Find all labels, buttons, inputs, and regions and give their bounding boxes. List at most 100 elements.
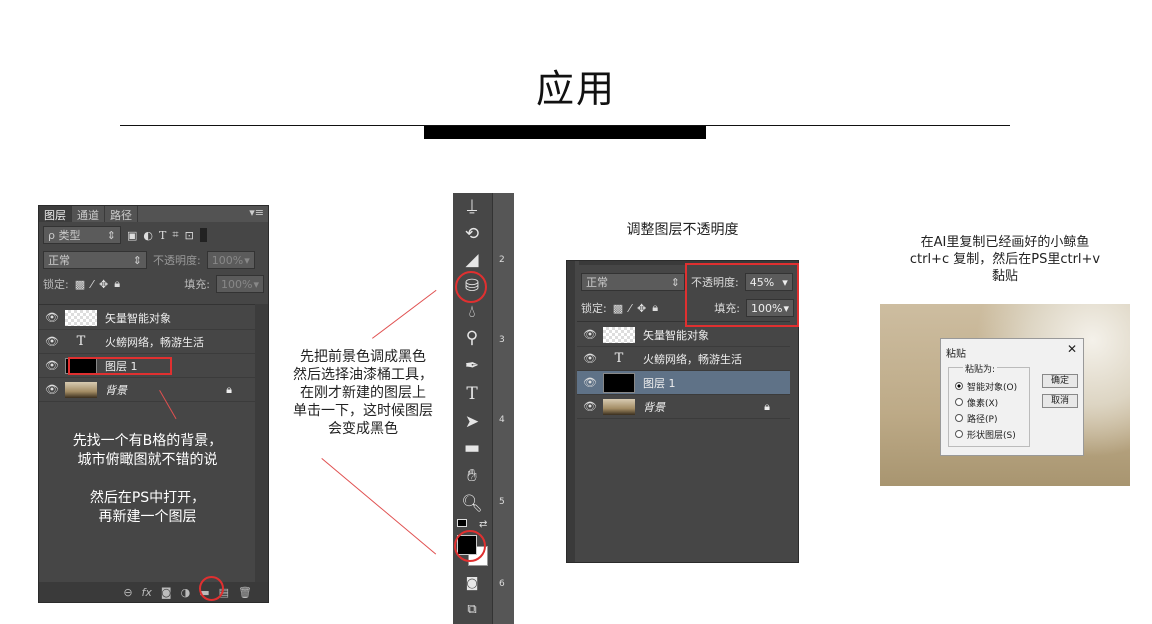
rectangle-icon[interactable]: ▬ bbox=[453, 435, 491, 461]
ruler-number: 5 bbox=[499, 497, 505, 507]
smart-object-icon[interactable]: ⊡ bbox=[185, 229, 194, 242]
lock-transparent-icon[interactable]: ▩ bbox=[75, 278, 85, 291]
lock-move-icon[interactable]: ✥ bbox=[99, 278, 108, 291]
layer-name: 图层 1 bbox=[643, 376, 676, 390]
text-icon[interactable]: T bbox=[159, 229, 166, 242]
layers-panel: 图层 通道 路径 ▾≡ ρ 类型 ⇕ ▣ ◐ T ⌗ ⊡ 正常 ⇕ 不透明度: 10… bbox=[38, 205, 269, 603]
blend-mode-select[interactable]: 正常 ⇕ bbox=[581, 273, 685, 291]
lock-icon: 🔒︎ bbox=[764, 399, 770, 413]
layer-thumb bbox=[603, 326, 635, 343]
fx-icon[interactable]: fx bbox=[142, 586, 152, 599]
ruler-number: 6 bbox=[499, 579, 505, 589]
layer-row-selected[interactable]: 👁︎ 图层 1 bbox=[577, 371, 790, 395]
radio-shape-layer[interactable]: 形状图层(S) bbox=[955, 426, 1017, 442]
panel-footer: ⊖ fx ◙ ◑ ▬ ▤ 🗑︎ bbox=[39, 582, 268, 602]
layers-scrollbar[interactable] bbox=[255, 304, 268, 582]
fill-label: 填充: bbox=[184, 278, 210, 291]
layer-name: 火鳑网络，畅游生活 bbox=[105, 335, 204, 349]
eye-icon[interactable]: 👁︎ bbox=[577, 352, 603, 365]
paste-dialog: 粘贴 ✕ 粘贴为: 智能对象(O) 像素(X) 路径(P) 形状图层(S) 确定… bbox=[940, 338, 1084, 456]
opacity-caption: 调整图层不透明度 bbox=[626, 222, 739, 238]
link-icon[interactable]: ⊖ bbox=[123, 586, 132, 599]
tab-layers[interactable]: 图层 bbox=[39, 206, 72, 222]
eye-icon[interactable]: 👁︎ bbox=[577, 328, 603, 341]
eye-icon[interactable]: 👁︎ bbox=[39, 383, 65, 396]
lock-all-icon[interactable]: 🔒︎ bbox=[114, 277, 120, 291]
paste-caption: 在AI里复制已经画好的小鲸鱼 ctrl+c 复制，然后在PS里ctrl+v 黏贴 bbox=[909, 235, 1101, 284]
pen-icon[interactable]: ✒︎ bbox=[453, 353, 491, 379]
highlight-box bbox=[68, 357, 172, 375]
lock-all-icon[interactable]: 🔒︎ bbox=[652, 301, 658, 315]
history-brush-icon[interactable]: ⟲ bbox=[453, 221, 491, 247]
lock-label: 锁定: bbox=[43, 278, 69, 291]
lock-label: 锁定: bbox=[581, 302, 607, 315]
lock-brush-icon[interactable]: ⁄ bbox=[629, 302, 631, 315]
adjustment-icon[interactable]: ◑ bbox=[181, 586, 191, 599]
eye-icon[interactable]: 👁︎ bbox=[39, 359, 65, 372]
pointer-line bbox=[372, 289, 437, 339]
filter-toggle[interactable] bbox=[199, 228, 207, 242]
text-layer-icon: T bbox=[76, 333, 86, 349]
ruler-number: 2 bbox=[499, 255, 505, 265]
layer-name: 矢量智能对象 bbox=[643, 328, 709, 342]
transform-icon[interactable]: ⌗ bbox=[172, 228, 178, 242]
eye-icon[interactable]: 👁︎ bbox=[39, 311, 65, 324]
stamp-icon[interactable]: ⍊ bbox=[453, 193, 491, 219]
quick-mask-icon[interactable]: ◙ bbox=[453, 571, 491, 597]
layer-row[interactable]: 👁︎ 背景 🔒︎ bbox=[577, 395, 790, 419]
radio-pixels[interactable]: 像素(X) bbox=[955, 394, 1017, 410]
radio-smart-object[interactable]: 智能对象(O) bbox=[955, 378, 1017, 394]
layer-row[interactable]: 👁︎ T 火鳑网络，畅游生活 bbox=[577, 347, 790, 371]
mask-icon[interactable]: ◙ bbox=[161, 586, 172, 599]
image-icon[interactable]: ▣ bbox=[127, 229, 137, 242]
filter-type-select[interactable]: ρ 类型 ⇕ bbox=[43, 226, 121, 244]
paste-as-label: 粘贴为: bbox=[963, 362, 998, 375]
path-select-icon[interactable]: ➤ bbox=[453, 409, 491, 435]
paste-options-group: 粘贴为: 智能对象(O) 像素(X) 路径(P) 形状图层(S) bbox=[948, 362, 1030, 447]
layer-thumb bbox=[65, 309, 97, 326]
close-icon[interactable]: ✕ bbox=[1067, 342, 1077, 356]
eraser-icon[interactable]: ◢ bbox=[453, 247, 491, 273]
cancel-button[interactable]: 取消 bbox=[1042, 394, 1078, 408]
eye-icon[interactable]: 👁︎ bbox=[577, 376, 603, 389]
tab-channels[interactable]: 通道 bbox=[72, 206, 105, 222]
layer-row[interactable]: 👁︎ 矢量智能对象 bbox=[39, 306, 256, 330]
pointer-line bbox=[321, 458, 437, 555]
note-text: 先找一个有B格的背景， 城市俯瞰图就不错的说 然后在PS中打开， 再新建一个图层 bbox=[72, 433, 223, 525]
panel-menu-icon[interactable]: ▾≡ bbox=[249, 206, 268, 222]
lock-move-icon[interactable]: ✥ bbox=[637, 302, 646, 315]
layer-row[interactable]: 👁︎ T 火鳑网络，畅游生活 bbox=[39, 330, 256, 354]
type-icon[interactable]: T bbox=[453, 381, 491, 407]
layer-thumb bbox=[65, 381, 97, 398]
layer-name: 背景 bbox=[643, 400, 665, 414]
blend-mode-select[interactable]: 正常 ⇕ bbox=[43, 251, 147, 269]
swap-colors-icon[interactable]: ⇄ bbox=[479, 519, 487, 530]
layer-name: 背景 bbox=[105, 383, 127, 397]
opacity-label: 不透明度: bbox=[153, 254, 201, 267]
default-colors-icon[interactable] bbox=[457, 519, 467, 527]
ok-button[interactable]: 确定 bbox=[1042, 374, 1078, 388]
page-title: 应用 bbox=[535, 67, 616, 111]
trash-icon[interactable]: 🗑︎ bbox=[238, 586, 252, 599]
layer-row[interactable]: 👁︎ 背景 🔒︎ bbox=[39, 378, 256, 402]
text-layer-icon: T bbox=[614, 350, 624, 366]
radio-path[interactable]: 路径(P) bbox=[955, 410, 1017, 426]
dodge-icon[interactable]: ⚲ bbox=[453, 325, 491, 351]
layer-name: 矢量智能对象 bbox=[105, 311, 171, 325]
toolbar-caption: 先把前景色调成黑色 然后选择油漆桶工具， 在刚才新建的图层上 单击一下，这时候图… bbox=[293, 349, 433, 437]
highlight-circle bbox=[454, 530, 486, 562]
opacity-input[interactable]: 100% ▾ bbox=[206, 251, 255, 269]
fill-input[interactable]: 100% ▾ bbox=[216, 275, 264, 293]
zoom-icon[interactable]: 🔍︎ bbox=[453, 491, 491, 517]
lock-transparent-icon[interactable]: ▩ bbox=[613, 302, 623, 315]
hand-icon[interactable]: ✋︎ bbox=[453, 463, 491, 489]
blend-row: 正常 ⇕ 不透明度: 100% ▾ bbox=[39, 248, 268, 272]
highlight-circle bbox=[199, 576, 224, 601]
ruler-number: 4 bbox=[499, 415, 505, 425]
circle-half-icon[interactable]: ◐ bbox=[143, 229, 153, 242]
tab-paths[interactable]: 路径 bbox=[105, 206, 138, 222]
eye-icon[interactable]: 👁︎ bbox=[39, 335, 65, 348]
screen-mode-icon[interactable]: ⧉ bbox=[453, 597, 491, 623]
eye-icon[interactable]: 👁︎ bbox=[577, 400, 603, 413]
lock-brush-icon[interactable]: ⁄ bbox=[91, 278, 93, 291]
